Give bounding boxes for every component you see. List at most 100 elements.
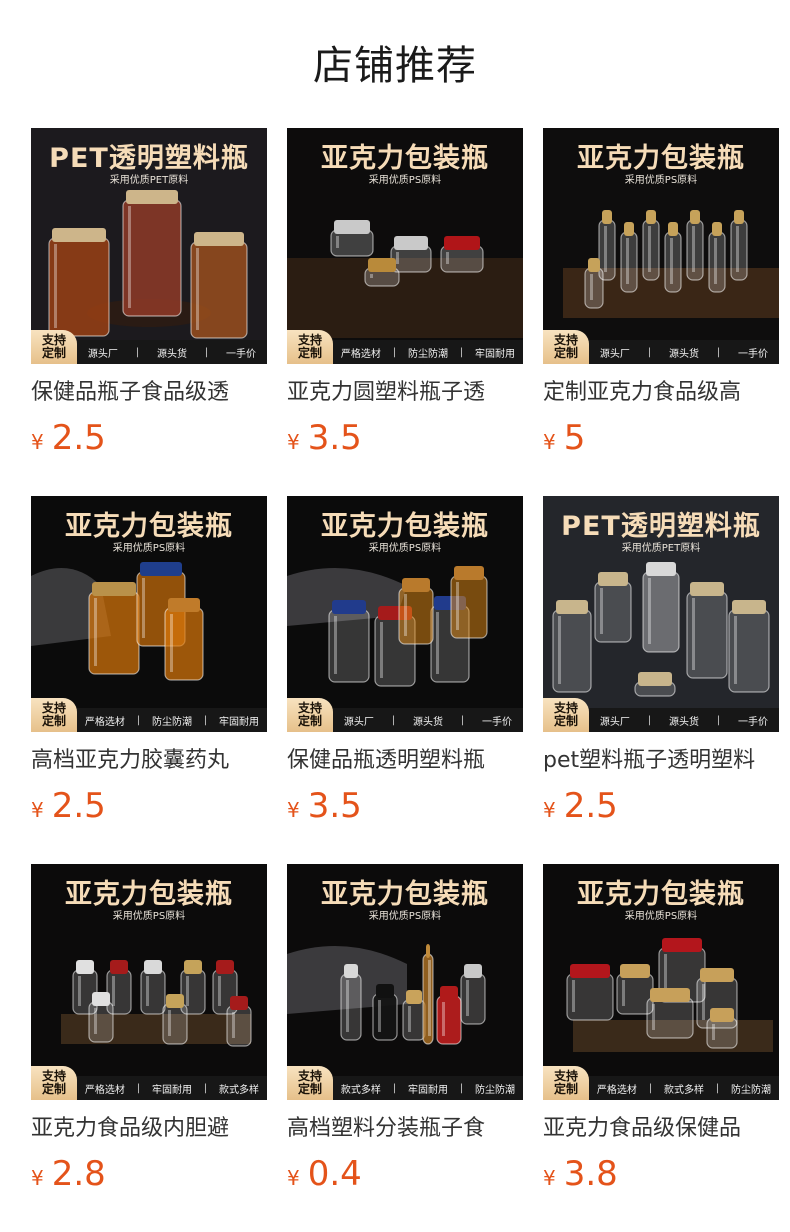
bottle-illustration <box>328 600 370 683</box>
bottle-illustration <box>436 986 462 1045</box>
product-name[interactable]: 亚克力圆塑料瓶子透 <box>287 378 523 408</box>
bottle-illustration <box>552 600 592 693</box>
price-row: ¥5 <box>543 418 779 458</box>
bottle-illustration <box>440 236 484 273</box>
feature-tag: 严格选材 <box>596 1084 637 1096</box>
badge-text: 定制 <box>297 1082 322 1096</box>
badge-text: 定制 <box>297 346 322 360</box>
product-card[interactable]: PET透明塑料瓶 采用优质PET原料 支持 定制 源头厂 | 源头货 | 一手价 pet塑料瓶子透… <box>543 496 779 864</box>
image-banner-subtitle: 采用优质PS原料 <box>368 543 442 554</box>
product-card[interactable]: 亚克力包装瓶 采用优质PS原料 支持 定制 源头厂 | 源头货 | 一手价 保健品瓶透明塑料瓶 ¥3… <box>287 496 523 864</box>
customization-badge: 支持 定制 <box>543 1066 589 1100</box>
feature-tag: 源头厂 <box>343 716 374 728</box>
feature-bar: 款式多样 | 牢固耐用 | 防尘防潮 <box>333 1076 523 1100</box>
bottle-illustration <box>708 222 726 293</box>
image-banner-subtitle: 采用优质PS原料 <box>368 175 442 186</box>
product-image[interactable]: 亚克力包装瓶 采用优质PS原料 支持 定制 严格选材 | 防尘防潮 | 牢固耐用 <box>31 496 267 732</box>
feature-separator: | <box>136 1082 141 1094</box>
product-image[interactable]: 亚克力包装瓶 采用优质PS原料 支持 定制 严格选材 | 款式多样 | 防尘防潮 <box>543 864 779 1100</box>
currency-symbol: ¥ <box>287 1166 300 1190</box>
product-image[interactable]: 亚克力包装瓶 采用优质PS原料 支持 定制 款式多样 | 牢固耐用 | 防尘防潮 <box>287 864 523 1100</box>
image-banner-subtitle: 采用优质PS原料 <box>624 911 698 922</box>
product-name[interactable]: pet塑料瓶子透明塑料 <box>543 746 779 776</box>
feature-tag: 一手价 <box>226 348 257 360</box>
product-card[interactable]: 亚克力包装瓶 采用优质PS原料 支持 定制 严格选材 | 牢固耐用 | 款式多样 亚克力食品级内胆… <box>31 864 267 1232</box>
product-price: 0.4 <box>307 1154 362 1194</box>
feature-separator: | <box>716 346 721 358</box>
product-card[interactable]: PET透明塑料瓶 采用优质PET原料 支持 定制 源头厂 | 源头货 | 一手价 保健品瓶子食品级… <box>31 128 267 496</box>
feature-separator: | <box>648 1082 653 1094</box>
image-banner-title: PET透明塑料瓶 <box>49 143 249 174</box>
product-image[interactable]: 亚克力包装瓶 采用优质PS原料 支持 定制 严格选材 | 防尘防潮 | 牢固耐用 <box>287 128 523 364</box>
feature-tag: 牢固耐用 <box>407 1084 448 1096</box>
badge-text: 定制 <box>553 714 578 728</box>
product-image[interactable]: 亚克力包装瓶 采用优质PS原料 支持 定制 严格选材 | 牢固耐用 | 款式多样 <box>31 864 267 1100</box>
feature-tag: 源头厂 <box>599 348 630 360</box>
product-card[interactable]: 亚克力包装瓶 采用优质PS原料 支持 定制 款式多样 | 牢固耐用 | 防尘防潮 高档塑料分装瓶子… <box>287 864 523 1232</box>
bottle-illustration <box>664 222 682 293</box>
product-name[interactable]: 保健品瓶透明塑料瓶 <box>287 746 523 776</box>
product-name[interactable]: 高档塑料分装瓶子食 <box>287 1114 523 1144</box>
feature-tag: 一手价 <box>482 716 513 728</box>
feature-tag: 严格选材 <box>84 1084 125 1096</box>
bottle-illustration <box>140 960 166 1015</box>
product-price: 2.5 <box>563 786 618 826</box>
customization-badge: 支持 定制 <box>287 1066 333 1100</box>
product-card[interactable]: 亚克力包装瓶 采用优质PS原料 支持 定制 严格选材 | 防尘防潮 | 牢固耐用 高档亚克力胶囊药… <box>31 496 267 864</box>
bottle-illustration <box>594 572 632 643</box>
product-price: 2.8 <box>51 1154 106 1194</box>
product-card[interactable]: 亚克力包装瓶 采用优质PS原料 支持 定制 源头厂 | 源头货 | 一手价 定制亚克力食品级高 ¥5 <box>543 128 779 496</box>
bottle-illustration <box>330 220 374 257</box>
product-name[interactable]: 高档亚克力胶囊药丸 <box>31 746 267 776</box>
price-row: ¥2.8 <box>31 1154 267 1194</box>
feature-tag: 牢固耐用 <box>475 348 516 360</box>
feature-bar: 源头厂 | 源头货 | 一手价 <box>77 340 267 364</box>
customization-badge: 支持 定制 <box>287 698 333 732</box>
product-price: 2.5 <box>51 786 106 826</box>
product-card[interactable]: 亚克力包装瓶 采用优质PS原料 支持 定制 严格选材 | 款式多样 | 防尘防潮 亚克力食品级保健… <box>543 864 779 1232</box>
feature-separator: | <box>459 1082 464 1094</box>
bottle-illustration <box>642 210 660 281</box>
product-name[interactable]: 定制亚克力食品级高 <box>543 378 779 408</box>
image-banner-title: 亚克力包装瓶 <box>321 143 489 174</box>
currency-symbol: ¥ <box>31 1166 44 1190</box>
feature-tag: 款式多样 <box>340 1084 381 1096</box>
bottle-illustration <box>122 190 182 317</box>
bottle-illustration <box>372 984 398 1041</box>
bottle-illustration <box>642 562 680 653</box>
image-banner-title: 亚克力包装瓶 <box>321 879 489 910</box>
feature-tag: 源头厂 <box>599 716 630 728</box>
currency-symbol: ¥ <box>543 1166 556 1190</box>
feature-tag: 牢固耐用 <box>151 1084 192 1096</box>
badge-text: 定制 <box>41 714 66 728</box>
price-row: ¥2.5 <box>31 786 267 826</box>
bottle-illustration <box>164 598 204 681</box>
badge-text: 定制 <box>553 1082 578 1096</box>
product-name[interactable]: 亚克力食品级保健品 <box>543 1114 779 1144</box>
image-banner-subtitle: 采用优质PET原料 <box>621 543 701 554</box>
badge-text: 定制 <box>41 346 66 360</box>
product-card[interactable]: 亚克力包装瓶 采用优质PS原料 支持 定制 严格选材 | 防尘防潮 | 牢固耐用 亚克力圆塑料瓶子… <box>287 128 523 496</box>
feature-separator: | <box>459 346 464 358</box>
feature-separator: | <box>135 346 140 358</box>
currency-symbol: ¥ <box>543 798 556 822</box>
currency-symbol: ¥ <box>543 430 556 454</box>
feature-tag: 一手价 <box>738 716 769 728</box>
product-image[interactable]: 亚克力包装瓶 采用优质PS原料 支持 定制 源头厂 | 源头货 | 一手价 <box>287 496 523 732</box>
feature-separator: | <box>716 714 721 726</box>
bottle-illustration <box>728 600 770 693</box>
feature-tag: 款式多样 <box>219 1084 260 1096</box>
feature-tag: 源头货 <box>156 348 187 360</box>
product-image[interactable]: 亚克力包装瓶 采用优质PS原料 支持 定制 源头厂 | 源头货 | 一手价 <box>543 128 779 364</box>
product-name[interactable]: 亚克力食品级内胆避 <box>31 1114 267 1144</box>
product-image[interactable]: PET透明塑料瓶 采用优质PET原料 支持 定制 源头厂 | 源头货 | 一手价 <box>31 128 267 364</box>
bottle-illustration <box>460 964 486 1025</box>
product-name[interactable]: 保健品瓶子食品级透 <box>31 378 267 408</box>
product-image[interactable]: PET透明塑料瓶 采用优质PET原料 支持 定制 源头厂 | 源头货 | 一手价 <box>543 496 779 732</box>
feature-tag: 源头厂 <box>87 348 118 360</box>
feature-separator: | <box>715 1082 720 1094</box>
feature-bar: 源头厂 | 源头货 | 一手价 <box>589 708 779 732</box>
price-row: ¥3.5 <box>287 418 523 458</box>
feature-tag: 严格选材 <box>84 716 125 728</box>
image-banner-subtitle: 采用优质PS原料 <box>112 911 186 922</box>
